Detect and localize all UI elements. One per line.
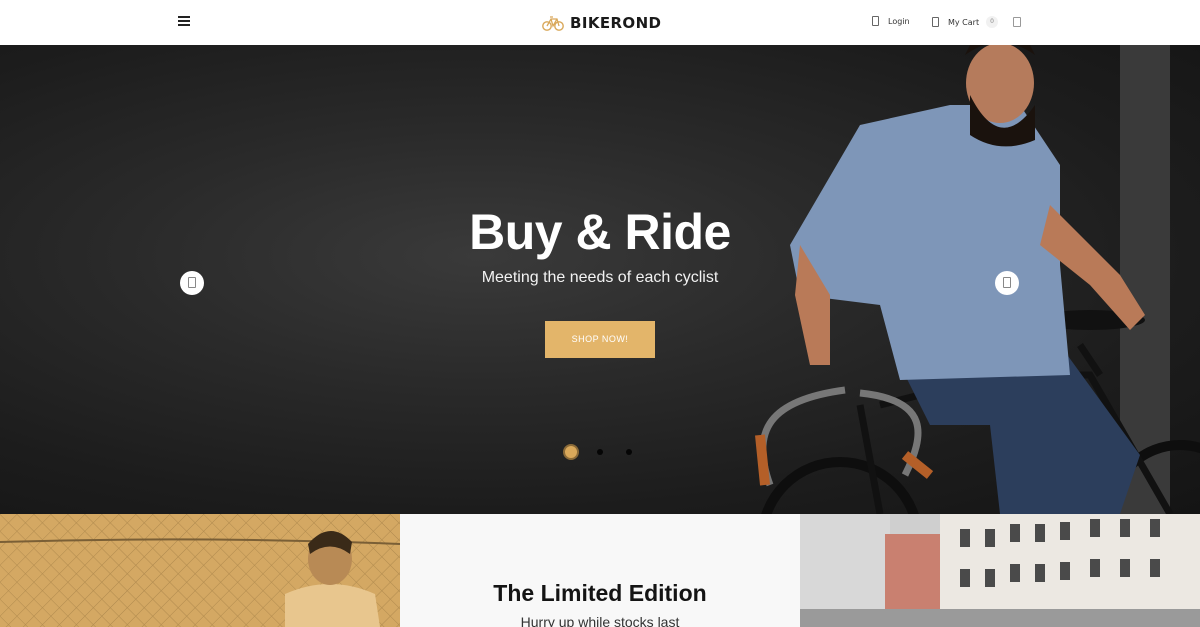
hero-subtitle: Meeting the needs of each cyclist xyxy=(481,269,719,286)
chevron-right-icon xyxy=(1003,277,1011,288)
menu-icon[interactable] xyxy=(178,16,190,27)
cart-icon xyxy=(932,17,939,27)
site-logo[interactable]: BIKEROND xyxy=(542,12,661,34)
fence-photo xyxy=(0,514,400,627)
hero-title: Buy & Ride xyxy=(469,204,731,260)
login-label: Login xyxy=(888,16,910,26)
promo-image-right[interactable] xyxy=(800,514,1200,627)
slider-dot-active[interactable] xyxy=(563,444,579,460)
promo-image-left[interactable] xyxy=(0,514,400,627)
user-icon xyxy=(872,16,879,26)
slider-prev-button[interactable] xyxy=(180,271,204,295)
site-header: BIKEROND Login My Cart 0 xyxy=(0,0,1200,45)
hero-slider: Buy & Ride Meeting the needs of each cyc… xyxy=(0,45,1200,514)
cart-count-badge: 0 xyxy=(986,16,999,28)
menu-icon-bar xyxy=(178,20,190,22)
cart-label: My Cart xyxy=(948,17,980,27)
login-link[interactable]: Login xyxy=(872,16,910,26)
slider-dot[interactable] xyxy=(597,449,603,455)
slider-next-button[interactable] xyxy=(995,271,1019,295)
cart-link[interactable]: My Cart 0 xyxy=(932,16,999,28)
promo-limited-edition: The Limited Edition Hurry up while stock… xyxy=(400,514,800,627)
logo-text: BIKEROND xyxy=(570,14,662,32)
search-icon[interactable] xyxy=(1013,17,1021,27)
shop-now-button[interactable]: SHOP NOW! xyxy=(545,321,655,358)
street-photo xyxy=(800,514,1200,627)
bicycle-icon xyxy=(542,16,564,31)
menu-icon-bar xyxy=(178,16,190,18)
chevron-left-icon xyxy=(188,277,196,288)
slider-dot[interactable] xyxy=(626,449,632,455)
promo-title: The Limited Edition xyxy=(493,580,707,606)
menu-icon-bar xyxy=(178,24,190,26)
promo-subtitle: Hurry up while stocks last xyxy=(520,614,680,627)
